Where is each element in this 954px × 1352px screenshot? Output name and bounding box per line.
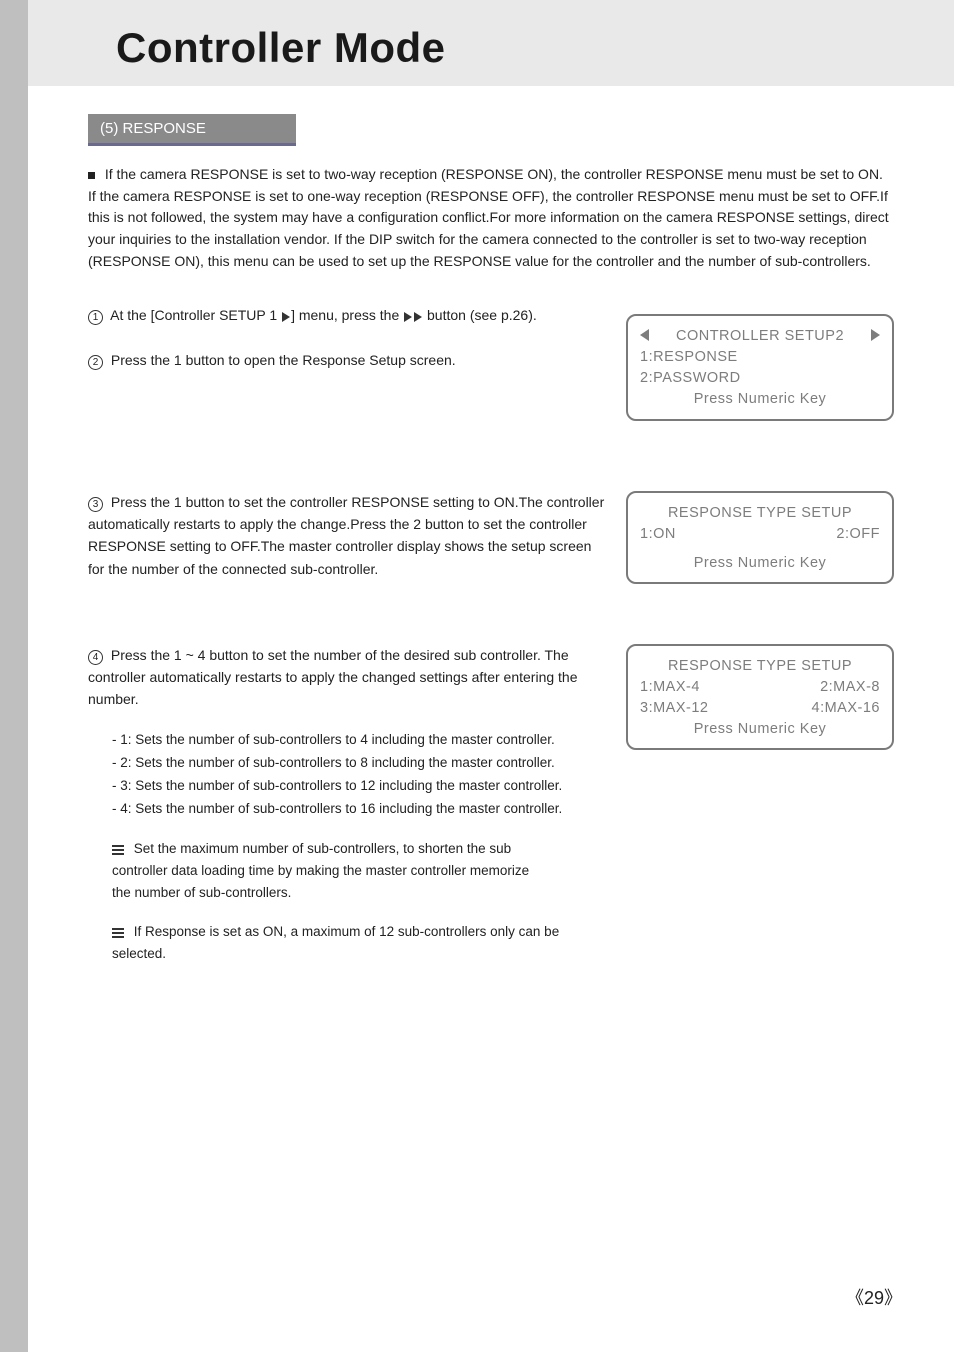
triangle-left-icon (640, 329, 649, 341)
substep-2: - 2: Sets the number of sub-controllers … (112, 752, 608, 775)
note-2-text: If Response is set as ON, a maximum of 1… (112, 924, 559, 961)
lcd-panel-response-max: RESPONSE TYPE SETUP 1:MAX-4 2:MAX-8 3:MA… (626, 644, 894, 750)
step-1-text-b: ] menu, press the (291, 307, 403, 323)
triangle-right-icon (871, 329, 880, 341)
lcd2-footer: Press Numeric Key (640, 553, 880, 574)
page-title: Controller Mode (116, 24, 894, 72)
note-1-text: Set the maximum number of sub-controller… (112, 841, 529, 899)
lcd3-opt-max12: 3:MAX-12 (640, 698, 708, 719)
triangle-right-icon (404, 312, 412, 322)
step-number-4-icon: 4 (88, 650, 103, 665)
substep-list: - 1: Sets the number of sub-controllers … (112, 729, 608, 821)
step-3-text: Press the 1 button to set the controller… (88, 494, 604, 577)
lcd-panel-setup2: CONTROLLER SETUP2 1:RESPONSE 2:PASSWORD … (626, 314, 894, 420)
substep-1: - 1: Sets the number of sub-controllers … (112, 729, 608, 752)
step-4: 4 Press the 1 ~ 4 button to set the numb… (88, 644, 608, 711)
step-2: 2 Press the 1 button to open the Respons… (88, 349, 608, 371)
page-number-value: 29 (864, 1288, 884, 1308)
note-2: If Response is set as ON, a maximum of 1… (112, 921, 608, 964)
step-4-text: Press the 1 ~ 4 button to set the number… (88, 647, 578, 708)
triangle-right-icon (282, 312, 290, 322)
lcd3-opt-max8: 2:MAX-8 (820, 677, 880, 698)
step-number-2-icon: 2 (88, 355, 103, 370)
lcd1-title: CONTROLLER SETUP2 (676, 328, 844, 344)
step-1: 1 At the [Controller SETUP 1 ] menu, pre… (88, 304, 608, 326)
lcd3-opt-max16: 4:MAX-16 (812, 698, 880, 719)
step-1-text-c: button (see p.26). (423, 307, 537, 323)
substep-4: - 4: Sets the number of sub-controllers … (112, 798, 608, 821)
triangle-right-icon (414, 312, 422, 322)
lcd3-title: RESPONSE TYPE SETUP (668, 658, 852, 674)
section-heading: (5) RESPONSE (88, 114, 296, 146)
note-icon (112, 928, 124, 938)
note-1: Set the maximum number of sub-controller… (112, 838, 542, 903)
substep-3: - 3: Sets the number of sub-controllers … (112, 775, 608, 798)
lcd2-opt-on: 1:ON (640, 524, 676, 545)
step-number-1-icon: 1 (88, 310, 103, 325)
left-gutter (0, 0, 28, 1352)
lcd3-opt-max4: 1:MAX-4 (640, 677, 700, 698)
lcd1-line2: 2:PASSWORD (640, 368, 880, 389)
step-3: 3 Press the 1 button to set the controll… (88, 491, 608, 581)
lcd1-line1: 1:RESPONSE (640, 347, 880, 368)
lcd2-title: RESPONSE TYPE SETUP (668, 505, 852, 521)
step-2-text: Press the 1 button to open the Response … (111, 352, 456, 368)
square-bullet-icon (88, 172, 95, 179)
lcd3-footer: Press Numeric Key (640, 719, 880, 740)
lcd-panel-response-onoff: RESPONSE TYPE SETUP 1:ON 2:OFF Press Num… (626, 491, 894, 584)
step-number-3-icon: 3 (88, 497, 103, 512)
lcd2-opt-off: 2:OFF (836, 524, 880, 545)
intro-text: If the camera RESPONSE is set to two-way… (88, 166, 889, 269)
title-bar: Controller Mode (28, 0, 954, 86)
note-icon (112, 845, 124, 855)
lcd1-footer: Press Numeric Key (640, 389, 880, 410)
intro-paragraph: If the camera RESPONSE is set to two-way… (88, 164, 894, 272)
page-number: 《29》 (846, 1284, 902, 1310)
step-1-text-a: At the [Controller SETUP 1 (110, 307, 281, 323)
